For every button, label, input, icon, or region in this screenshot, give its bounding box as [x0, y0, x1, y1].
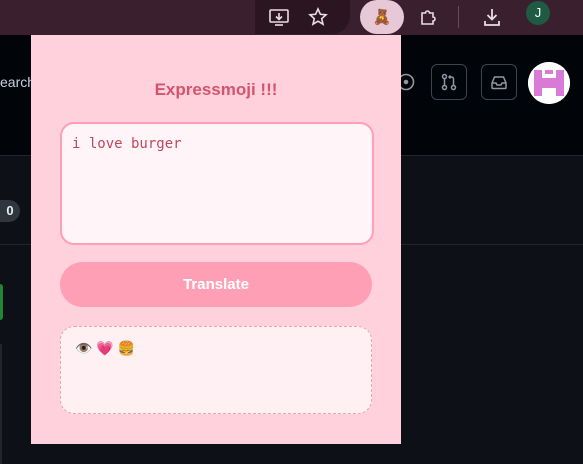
- inbox-icon: [491, 76, 507, 90]
- extension-popup: Expressmoji !!! i love burger Translate …: [31, 35, 401, 444]
- puzzle-icon[interactable]: [415, 4, 441, 30]
- teddy-bear-icon[interactable]: 🧸: [369, 5, 395, 29]
- popup-title: Expressmoji !!!: [154, 80, 278, 99]
- pull-requests-button[interactable]: [431, 64, 467, 100]
- download-icon[interactable]: [479, 4, 505, 30]
- profile-avatar[interactable]: J: [526, 1, 550, 25]
- panel-edge: [0, 344, 2, 464]
- tab-counter-badge: 0: [0, 200, 20, 222]
- inbox-button[interactable]: [481, 64, 517, 100]
- pull-request-icon: [441, 73, 457, 91]
- star-icon[interactable]: [305, 4, 331, 30]
- green-button-edge[interactable]: [0, 284, 3, 320]
- emoji-output: 👁️💗🍔: [60, 326, 372, 414]
- browser-toolbar: 🧸 J: [0, 0, 583, 35]
- toolbar-divider: [458, 6, 459, 28]
- user-avatar[interactable]: [528, 62, 570, 104]
- search-input-fragment[interactable]: earch: [0, 74, 35, 90]
- install-icon[interactable]: [266, 4, 292, 30]
- text-input[interactable]: i love burger: [60, 122, 374, 245]
- translate-button[interactable]: Translate: [60, 262, 372, 307]
